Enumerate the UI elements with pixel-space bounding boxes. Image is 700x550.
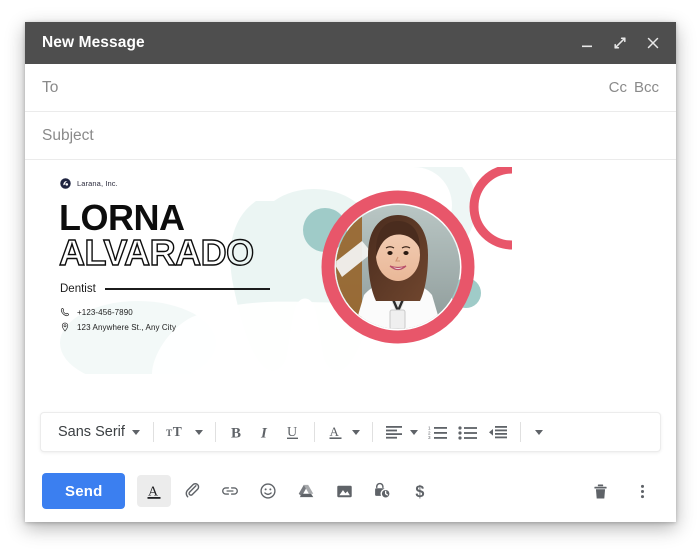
svg-text:B: B — [231, 426, 241, 442]
text-format-icon: A — [147, 484, 161, 499]
card-role: Dentist — [60, 283, 96, 295]
toolbar-divider — [313, 422, 315, 442]
google-drive-icon — [299, 484, 314, 498]
card-last-name: ALVARADO — [58, 232, 255, 273]
toolbar-divider — [519, 422, 521, 442]
larana-logo-icon — [60, 178, 71, 189]
toolbar-divider — [371, 422, 373, 442]
photo-icon — [337, 485, 352, 497]
expand-button[interactable] — [611, 34, 629, 52]
insert-drive-file-button[interactable] — [289, 475, 323, 507]
italic-icon: I — [260, 426, 268, 442]
toolbar-divider — [152, 422, 154, 442]
bulleted-list-icon — [458, 425, 477, 440]
to-field-row[interactable]: To Cc Bcc — [25, 64, 676, 112]
chevron-down-icon — [131, 429, 140, 435]
more-options-button[interactable] — [625, 475, 659, 507]
insert-money-button[interactable]: $ — [403, 475, 437, 507]
numbered-list-icon: 1 2 3 — [428, 425, 447, 440]
svg-text:$: $ — [415, 483, 424, 501]
formatting-toolbar: Sans Serif T T B I U A 1 2 3 — [40, 412, 661, 452]
insert-link-button[interactable] — [213, 475, 247, 507]
cc-button[interactable]: Cc — [609, 79, 627, 96]
minimize-icon — [582, 45, 592, 48]
text-color-icon: A — [329, 424, 342, 439]
svg-text:3: 3 — [428, 435, 431, 440]
chevron-down-icon — [409, 429, 418, 435]
bulleted-list-button[interactable] — [453, 418, 483, 446]
svg-text:A: A — [329, 424, 339, 439]
window-title: New Message — [42, 34, 145, 51]
lock-clock-icon — [375, 482, 392, 499]
emoji-icon — [260, 483, 277, 499]
more-format-button[interactable] — [528, 418, 548, 446]
send-button[interactable]: Send — [42, 473, 126, 509]
bcc-button[interactable]: Bcc — [634, 79, 659, 96]
chevron-down-icon — [534, 429, 543, 435]
window-controls — [578, 34, 662, 52]
location-pin-icon — [61, 322, 69, 332]
card-first-name: LORNA — [59, 197, 185, 238]
align-button[interactable] — [380, 418, 423, 446]
subject-input[interactable]: Subject — [42, 127, 659, 145]
brand-row: Larana, Inc. — [60, 178, 118, 189]
compose-tools: A $ — [137, 475, 437, 507]
svg-text:I: I — [260, 426, 268, 442]
chevron-down-icon — [351, 429, 360, 435]
bold-icon: B — [231, 426, 241, 442]
action-bar: Send A $ — [25, 460, 676, 522]
card-address-row: 123 Anywhere St., Any City — [60, 322, 176, 332]
indent-icon — [488, 425, 507, 438]
close-icon — [647, 37, 659, 49]
font-family-dropdown[interactable]: Sans Serif — [49, 418, 146, 446]
minimize-button[interactable] — [578, 34, 596, 52]
insert-emoji-button[interactable] — [251, 475, 285, 507]
text-color-button[interactable]: A — [322, 418, 365, 446]
bold-button[interactable]: B — [223, 418, 251, 446]
to-input[interactable]: To — [42, 79, 609, 97]
card-phone: +123-456-7890 — [77, 307, 133, 317]
draft-actions — [583, 475, 659, 507]
font-size-icon: T T — [166, 424, 182, 439]
role-divider — [104, 288, 270, 290]
underline-icon: U — [286, 425, 298, 440]
close-button[interactable] — [644, 34, 662, 52]
paperclip-icon — [185, 482, 200, 497]
chevron-down-icon — [194, 429, 203, 435]
toolbar-divider — [214, 422, 216, 442]
trash-icon — [593, 483, 607, 499]
brand-name: Larana, Inc. — [77, 179, 118, 188]
font-family-label: Sans Serif — [58, 424, 125, 440]
message-body[interactable]: Larana, Inc. LORNA ALVARADO Dentist +123… — [25, 160, 676, 460]
attach-file-button[interactable] — [175, 475, 209, 507]
numbered-list-button[interactable]: 1 2 3 — [423, 418, 453, 446]
title-bar: New Message — [25, 22, 676, 64]
insert-photo-button[interactable] — [327, 475, 361, 507]
business-card-image[interactable]: Larana, Inc. LORNA ALVARADO Dentist +123… — [42, 167, 518, 374]
svg-text:T: T — [173, 424, 182, 439]
more-vertical-icon — [640, 484, 644, 498]
link-icon — [222, 487, 239, 495]
compose-window: New Message To Cc Bcc Subject Larana, In… — [25, 22, 676, 522]
subject-field-row[interactable]: Subject — [25, 112, 676, 160]
cc-bcc-group: Cc Bcc — [609, 79, 659, 96]
confidential-mode-button[interactable] — [365, 475, 399, 507]
underline-button[interactable]: U — [279, 418, 307, 446]
phone-icon — [60, 308, 69, 317]
card-role-row: Dentist — [60, 283, 270, 295]
business-card-text: Larana, Inc. LORNA ALVARADO Dentist +123… — [42, 167, 518, 374]
dollar-icon: $ — [415, 483, 424, 501]
discard-draft-button[interactable] — [583, 475, 617, 507]
formatting-options-button[interactable]: A — [137, 475, 172, 507]
align-icon — [385, 426, 402, 439]
font-size-dropdown[interactable]: T T — [161, 418, 208, 446]
card-phone-row: +123-456-7890 — [60, 307, 133, 317]
expand-icon — [614, 37, 626, 49]
card-address: 123 Anywhere St., Any City — [77, 322, 177, 332]
indent-button[interactable] — [483, 418, 513, 446]
italic-button[interactable]: I — [251, 418, 279, 446]
